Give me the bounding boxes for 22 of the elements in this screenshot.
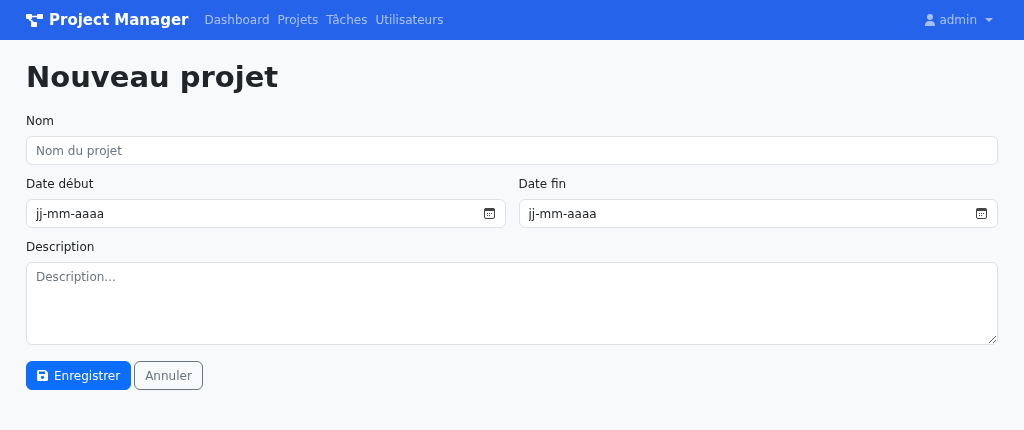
calendar-icon[interactable] <box>976 208 987 219</box>
user-menu[interactable]: admin <box>925 13 993 27</box>
description-textarea[interactable]: Description... <box>26 262 998 345</box>
field-label: Nom <box>26 114 55 128</box>
page-title: Nouveau projet <box>26 60 280 94</box>
save-button[interactable]: Enregistrer <box>26 361 132 390</box>
nav-link[interactable]: Utilisateurs <box>375 13 444 27</box>
date-input[interactable]: jj-mm-aaaa <box>26 199 506 228</box>
nav-link[interactable]: Tâches <box>326 13 368 27</box>
calendar-icon[interactable] <box>483 208 495 219</box>
name-input[interactable]: Nom du projet <box>26 136 998 165</box>
brand-name[interactable]: Project Manager <box>49 11 189 29</box>
cancel-button[interactable]: Annuler <box>134 361 203 390</box>
caret-icon <box>985 17 993 23</box>
field-label: Date début <box>26 177 95 191</box>
field-label: Description <box>26 240 96 254</box>
nav-link[interactable]: Dashboard <box>204 13 270 27</box>
nav-link[interactable]: Projets <box>277 13 319 27</box>
diagram-logo-icon <box>26 13 43 27</box>
field-label: Date fin <box>518 177 568 191</box>
user-icon <box>925 14 936 26</box>
date-input[interactable]: jj-mm-aaaa <box>518 199 998 228</box>
